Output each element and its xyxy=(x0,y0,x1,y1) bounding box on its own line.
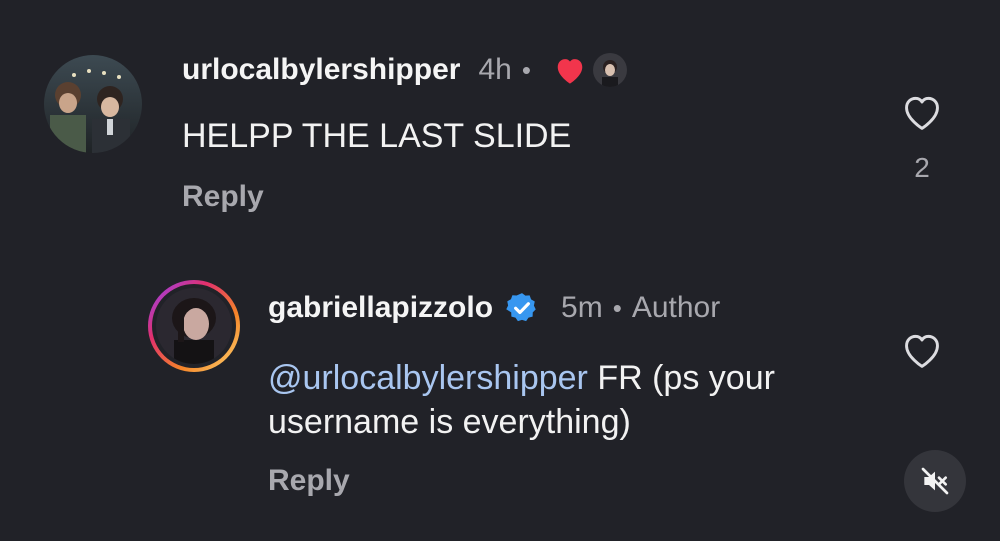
comment-header: urlocalbylershipper 4h • xyxy=(182,50,627,90)
comment-urlocalbylershipper: urlocalbylershipper 4h • HELPP THE LAST … xyxy=(0,0,1000,240)
separator-dot: • xyxy=(612,292,622,323)
author-label: Author xyxy=(631,291,721,324)
username[interactable]: gabriellapizzolo xyxy=(268,291,493,325)
comment-text: @urlocalbylershipper FR (ps your usernam… xyxy=(268,356,868,444)
separator-dot: • xyxy=(521,54,531,85)
heart-filled-icon xyxy=(553,55,587,85)
avatar[interactable] xyxy=(44,55,142,153)
speaker-muted-icon xyxy=(919,465,951,497)
mute-button[interactable] xyxy=(904,450,966,512)
reply-button[interactable]: Reply xyxy=(182,180,264,214)
verified-badge-icon xyxy=(505,291,539,325)
heart-outline-icon[interactable] xyxy=(900,92,944,137)
comment-text-line-1: @urlocalbylershipper FR (ps your xyxy=(268,356,868,400)
comment-gabriellapizzolo: gabriellapizzolo 5m • Author @urlocalbyl… xyxy=(0,260,1000,541)
author-avatar-mini xyxy=(592,53,627,87)
username[interactable]: urlocalbylershipper xyxy=(182,53,460,87)
heart-outline-icon[interactable] xyxy=(900,330,944,375)
timestamp: 5m xyxy=(561,291,603,324)
comment-text-part: FR (ps your xyxy=(587,359,775,397)
mention-link[interactable]: @urlocalbylershipper xyxy=(268,359,588,397)
avatar[interactable] xyxy=(148,280,240,372)
like-count: 2 xyxy=(914,152,930,183)
timestamp: 4h xyxy=(478,53,512,86)
reply-button[interactable]: Reply xyxy=(268,464,350,498)
comment-text: HELPP THE LAST SLIDE xyxy=(182,117,572,155)
comment-header: gabriellapizzolo 5m • Author xyxy=(268,288,720,328)
comment-text-line-2: username is everything) xyxy=(268,403,631,441)
